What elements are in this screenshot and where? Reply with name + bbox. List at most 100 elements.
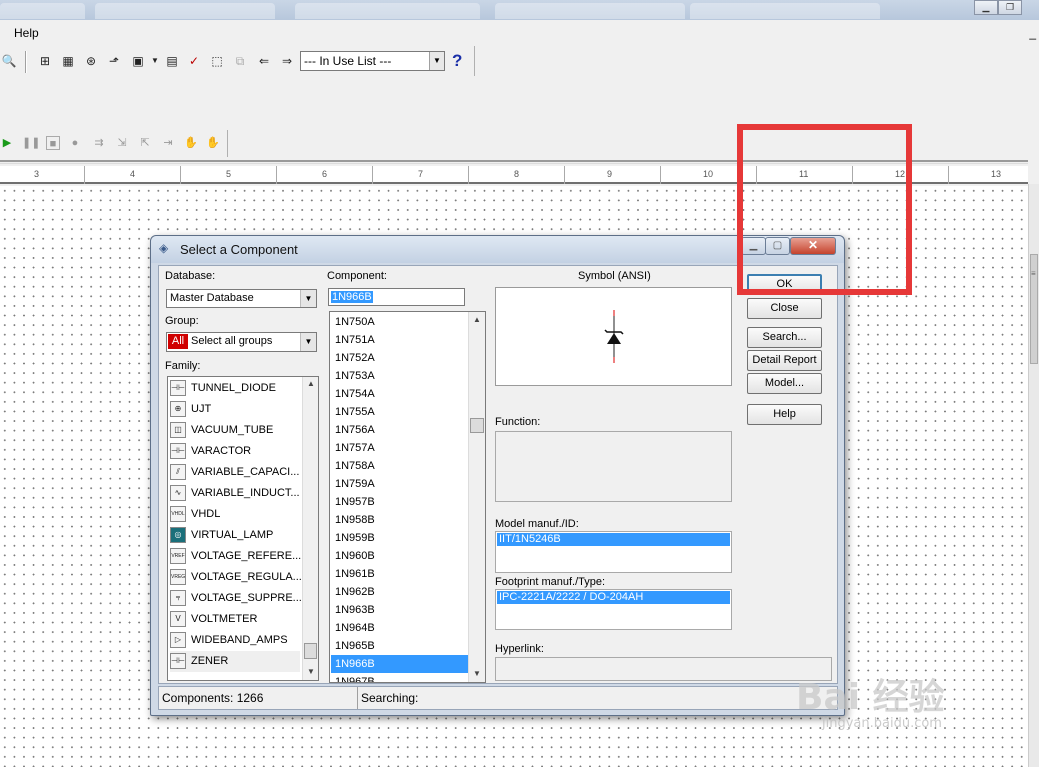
scroll-up-icon[interactable]: ▲ xyxy=(469,315,485,324)
list-item[interactable]: 1N758A xyxy=(331,457,468,475)
dialog-body: Database: Master Database ▼ Group: All Se… xyxy=(158,265,838,684)
window-restore-button[interactable]: ❐ xyxy=(998,0,1022,15)
family-item[interactable]: ◫ VACUUM_TUBE xyxy=(170,420,300,441)
pause-icon[interactable]: ❚❚ xyxy=(22,136,40,150)
family-item[interactable]: VHDL VHDL xyxy=(170,504,300,525)
menu-help[interactable]: Help xyxy=(14,26,39,40)
scroll-down-icon[interactable]: ▼ xyxy=(469,669,485,678)
database-select[interactable]: Master Database ▼ xyxy=(166,289,317,308)
component-search-input[interactable]: 1N966B xyxy=(328,288,465,306)
ruler-label: 9 xyxy=(607,169,613,179)
close-button[interactable]: Close xyxy=(747,298,822,319)
step-out-icon[interactable]: ⇱ xyxy=(138,136,152,150)
list-item[interactable]: 1N753A xyxy=(331,367,468,385)
family-item[interactable]: ⊣⊢ TUNNEL_DIODE xyxy=(170,378,300,399)
footprint-value[interactable]: IPC-2221A/2222 / DO-204AH xyxy=(497,591,730,604)
model-value[interactable]: IIT/1N5246B xyxy=(497,533,730,546)
list-item[interactable]: 1N958B xyxy=(331,511,468,529)
scroll-down-icon[interactable]: ▼ xyxy=(303,667,318,676)
toggle-breakpoint-icon[interactable]: ✋ xyxy=(184,136,198,150)
list-item[interactable]: 1N964B xyxy=(331,619,468,637)
component-list[interactable]: 1N750A 1N751A 1N752A 1N753A 1N754A 1N755… xyxy=(329,311,486,683)
detail-report-button[interactable]: Detail Report xyxy=(747,350,822,371)
chevron-down-icon[interactable]: ▼ xyxy=(429,52,444,70)
search-button[interactable]: Search... xyxy=(747,327,822,348)
remove-breakpoints-icon[interactable]: ✋ xyxy=(206,136,220,150)
stop-icon[interactable]: ■ xyxy=(46,136,60,150)
postprocessor-icon[interactable]: ▤ xyxy=(164,53,180,69)
list-item[interactable]: 1N756A xyxy=(331,421,468,439)
list-item[interactable]: 1N960B xyxy=(331,547,468,565)
canvas-vertical-scrollbar[interactable]: ≡ xyxy=(1028,184,1039,767)
model-list[interactable]: IIT/1N5246B xyxy=(495,531,732,573)
background-tab[interactable] xyxy=(0,3,85,19)
component-scrollbar[interactable]: ▲ ▼ xyxy=(468,312,485,682)
in-use-list-dropdown[interactable]: --- In Use List --- ▼ xyxy=(300,51,445,71)
family-item[interactable]: ▷ WIDEBAND_AMPS xyxy=(170,630,300,651)
help-icon[interactable]: ? xyxy=(452,51,462,71)
family-list[interactable]: ⊣⊢ TUNNEL_DIODE ⊕ UJT ◫ VACUUM_TUBE ⊣⊢ VARAC… xyxy=(167,376,319,681)
run-icon[interactable]: ▶ xyxy=(0,136,14,150)
help-button[interactable]: Help xyxy=(747,404,822,425)
model-button[interactable]: Model... xyxy=(747,373,822,394)
run-to-cursor-icon[interactable]: ⇥ xyxy=(161,136,175,150)
list-item[interactable]: 1N959B xyxy=(331,529,468,547)
background-tab[interactable] xyxy=(495,3,685,19)
grapher-icon[interactable]: ▣ xyxy=(130,53,146,69)
list-item[interactable]: 1N963B xyxy=(331,601,468,619)
family-item[interactable]: ⫽ VARIABLE_CAPACI... xyxy=(170,462,300,483)
family-item[interactable]: ⊣⊢ VARACTOR xyxy=(170,441,300,462)
back-annotate-icon[interactable]: ⇐ xyxy=(256,53,272,69)
component-wizard-icon[interactable]: ⬏ xyxy=(106,53,122,69)
transfer-icon[interactable]: ⧉ xyxy=(232,53,248,69)
record-icon[interactable]: ● xyxy=(68,136,82,150)
scrollbar-thumb[interactable] xyxy=(304,643,317,659)
list-item[interactable]: 1N967B xyxy=(331,673,468,682)
family-scrollbar[interactable]: ▲ ▼ xyxy=(302,377,318,680)
list-item[interactable]: 1N962B xyxy=(331,583,468,601)
zoom-icon[interactable]: 🔍 xyxy=(1,53,17,69)
chevron-down-icon[interactable]: ▼ xyxy=(300,290,316,307)
list-item[interactable]: 1N750A xyxy=(331,313,468,331)
database-icon[interactable]: ⊛ xyxy=(83,53,99,69)
list-item[interactable]: 1N759A xyxy=(331,475,468,493)
step-into-icon[interactable]: ⇲ xyxy=(115,136,129,150)
chevron-down-icon[interactable]: ▼ xyxy=(300,333,316,351)
hyperlink-field[interactable] xyxy=(495,657,832,681)
family-item-label: ZENER xyxy=(191,655,229,667)
hierarchy-icon[interactable]: ⊞ xyxy=(37,53,53,69)
electrical-rules-icon[interactable]: ⬚ xyxy=(209,53,225,69)
list-item[interactable]: 1N965B xyxy=(331,637,468,655)
family-item[interactable]: ⊕ UJT xyxy=(170,399,300,420)
erc-icon[interactable]: ✓ xyxy=(186,53,202,69)
scroll-up-icon[interactable]: ▲ xyxy=(303,379,318,388)
list-item[interactable]: 1N754A xyxy=(331,385,468,403)
list-item[interactable]: 1N755A xyxy=(331,403,468,421)
ruler-tick xyxy=(468,166,469,184)
family-item[interactable]: V VOLTMETER xyxy=(170,609,300,630)
background-tab[interactable] xyxy=(95,3,275,19)
scrollbar-thumb[interactable] xyxy=(470,418,484,433)
mdi-minimize-marker[interactable]: _ xyxy=(1029,26,1036,40)
background-tab[interactable] xyxy=(295,3,480,19)
list-item[interactable]: 1N961B xyxy=(331,565,468,583)
group-select[interactable]: All Select all groups ▼ xyxy=(166,332,317,352)
family-item[interactable]: ◎ VIRTUAL_LAMP xyxy=(170,525,300,546)
background-tab[interactable] xyxy=(690,3,880,19)
family-item[interactable]: VREG VOLTAGE_REGULA... xyxy=(170,567,302,588)
list-item[interactable]: 1N757A xyxy=(331,439,468,457)
list-item[interactable]: 1N957B xyxy=(331,493,468,511)
forward-annotate-icon[interactable]: ⇒ xyxy=(279,53,295,69)
step-icon[interactable]: ⇉ xyxy=(92,136,106,150)
chevron-down-icon[interactable]: ▼ xyxy=(147,53,163,69)
family-item-selected[interactable]: ⊣⊢ ZENER xyxy=(170,651,300,672)
list-item[interactable]: 1N752A xyxy=(331,349,468,367)
family-item[interactable]: ∿ VARIABLE_INDUCT... xyxy=(170,483,300,504)
family-item[interactable]: ⫧ VOLTAGE_SUPPRE... xyxy=(170,588,302,609)
window-minimize-button[interactable]: ▁ xyxy=(974,0,998,15)
footprint-list[interactable]: IPC-2221A/2222 / DO-204AH xyxy=(495,589,732,630)
spreadsheet-icon[interactable]: ▦ xyxy=(60,53,76,69)
list-item[interactable]: 1N751A xyxy=(331,331,468,349)
list-item-selected[interactable]: 1N966B xyxy=(331,655,468,673)
family-item[interactable]: VREF VOLTAGE_REFERE... xyxy=(170,546,301,567)
